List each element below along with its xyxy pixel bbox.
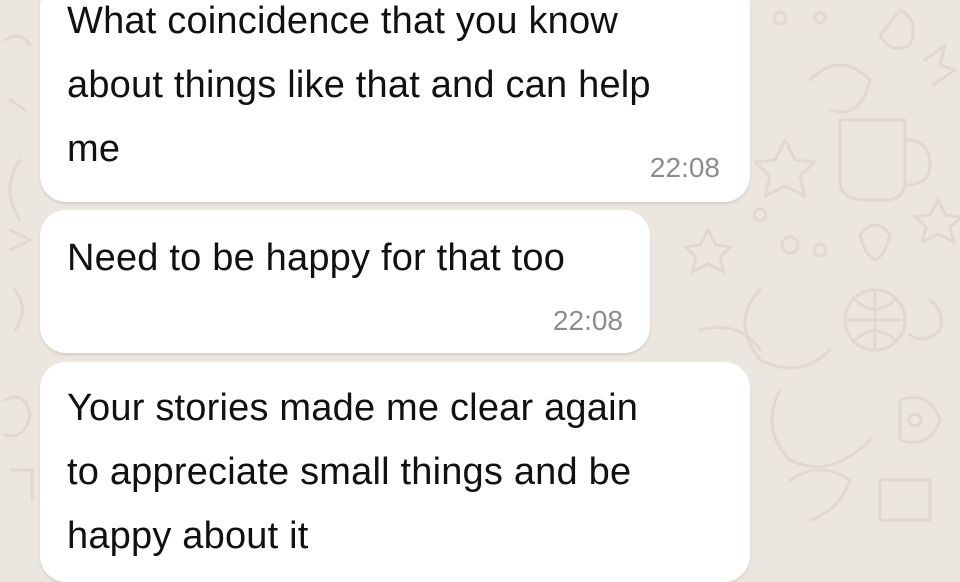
message-text: Need to be happy for that too — [67, 237, 566, 279]
message-bubble[interactable]: What coincidence that you know about thi… — [40, 0, 750, 202]
message-timestamp: 22:08 — [552, 305, 623, 336]
message-bubble[interactable]: Need to be happy for that too 22:08 — [40, 210, 650, 353]
message-bubble[interactable]: Your stories made me clear again to appr… — [40, 362, 750, 582]
message-timestamp: 22:08 — [649, 152, 720, 183]
message-text: Your stories made me clear again to appr… — [67, 387, 639, 557]
message-text: What coincidence that you know about thi… — [67, 0, 651, 170]
